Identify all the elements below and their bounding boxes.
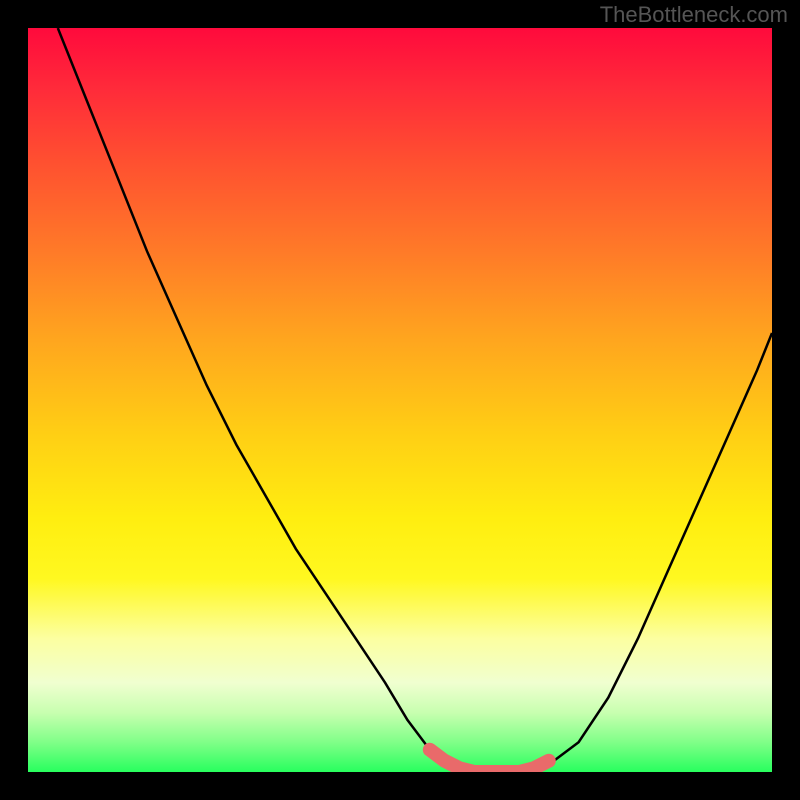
watermark-text: TheBottleneck.com xyxy=(600,2,788,28)
trough-highlight xyxy=(430,750,549,772)
chart-curve-layer xyxy=(28,28,772,772)
main-curve xyxy=(58,28,772,772)
plot-area xyxy=(28,28,772,772)
